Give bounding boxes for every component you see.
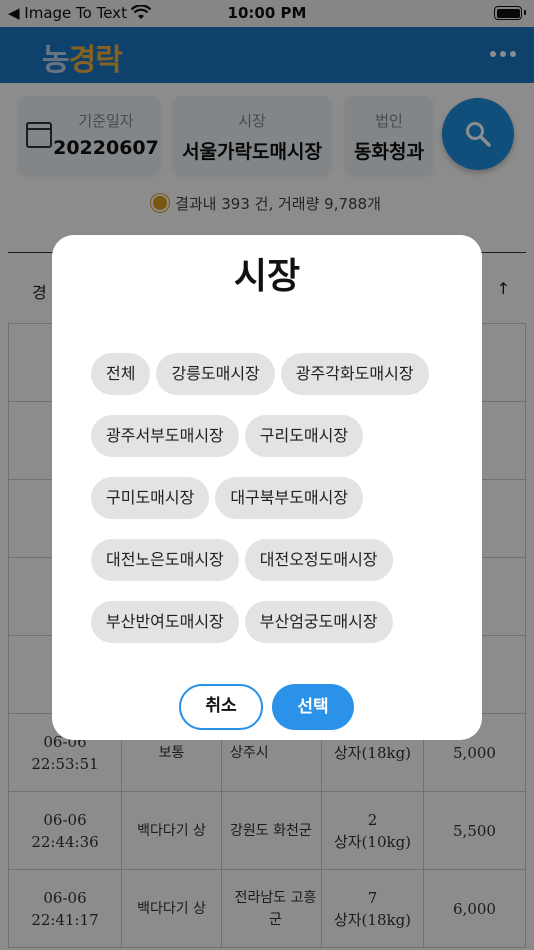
- market-chip[interactable]: 전체: [91, 353, 151, 395]
- chip-row: 구미도매시장 대구북부도매시장: [91, 477, 461, 519]
- market-chip[interactable]: 대구북부도매시장: [215, 477, 364, 519]
- dialog-title: 시장: [233, 256, 301, 297]
- market-chip[interactable]: 강릉도매시장: [156, 353, 275, 395]
- chip-row: 부산반여도매시장 부산엄궁도매시장: [91, 601, 461, 643]
- market-chip-list: 전체 강릉도매시장 광주각화도매시장광주서부도매시장 구리도매시장구미도매시장 대구북부…: [91, 353, 461, 663]
- market-chip[interactable]: 부산반여도매시장: [91, 601, 239, 643]
- market-chip[interactable]: 부산엄궁도매시장: [244, 601, 393, 643]
- market-chip[interactable]: 대전오정도매시장: [244, 539, 393, 581]
- market-chip[interactable]: 구미도매시장: [91, 477, 210, 519]
- market-chip[interactable]: 광주각화도매시장: [280, 353, 429, 395]
- chip-row: 광주서부도매시장 구리도매시장: [91, 415, 461, 457]
- select-button[interactable]: 선택: [272, 684, 354, 730]
- cancel-button[interactable]: 취소: [179, 684, 263, 730]
- market-chip[interactable]: 대전노은도매시장: [91, 539, 239, 581]
- chip-row: 전체 강릉도매시장 광주각화도매시장: [91, 353, 461, 395]
- market-select-dialog: 시장 전체 강릉도매시장 광주각화도매시장 광주서부도매시장 구리도매시장 구미도매시장 대…: [52, 235, 482, 740]
- market-chip[interactable]: 광주서부도매시장: [91, 415, 239, 457]
- market-chip[interactable]: 구리도매시장: [244, 415, 364, 457]
- chip-row: 대전노은도매시장 대전오정도매시장: [91, 539, 461, 581]
